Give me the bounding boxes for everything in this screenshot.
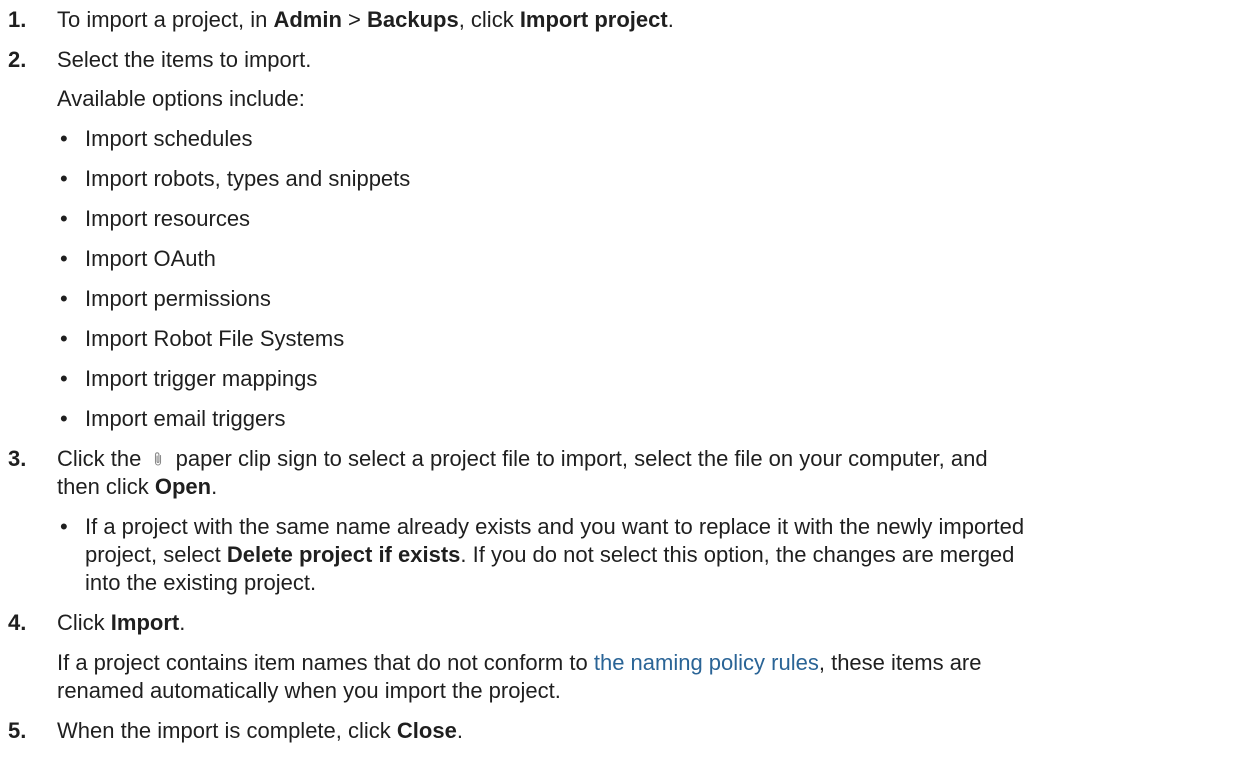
step-number: 2. (8, 47, 27, 72)
step-number: 3. (8, 446, 27, 471)
list-item: Import resources (85, 206, 251, 231)
ui-term-import: Import (110, 610, 180, 635)
ui-term-admin: Admin (273, 7, 342, 32)
list-item: Import robots, types and snippets (85, 166, 411, 191)
bullet: • (60, 206, 68, 231)
ui-term-close: Close (396, 718, 457, 743)
ui-term-import-project: Import project (519, 7, 668, 32)
step-number: 4. (8, 610, 27, 635)
bullet: • (60, 514, 68, 539)
info-text: If a project contains item names that do… (57, 650, 982, 675)
note-text: into the existing project. (85, 570, 317, 595)
step-number: 5. (8, 718, 27, 743)
ui-term-delete-project-if-exists: Delete project if exists (226, 542, 461, 567)
note-text: project, select Delete project if exists… (85, 542, 1015, 567)
bullet: • (60, 246, 68, 271)
bullet: • (60, 166, 68, 191)
options-intro: Available options include: (57, 86, 305, 111)
step-text: Click Import. (57, 610, 186, 635)
step-text: Click the paper clip sign to select a pr… (57, 444, 988, 475)
step-text: To import a project, in Admin > Backups,… (57, 7, 674, 32)
ui-term-backups: Backups (366, 7, 459, 32)
list-item: Import trigger mappings (85, 366, 318, 391)
list-item: Import email triggers (85, 406, 286, 431)
ui-term-open: Open (154, 474, 212, 499)
paperclip-icon (147, 445, 169, 475)
list-item: Import schedules (85, 126, 253, 151)
step-text-continued: then click Open. (57, 474, 218, 499)
note-text: If a project with the same name already … (85, 514, 1025, 539)
step-text: Select the items to import. (57, 47, 312, 72)
bullet: • (60, 126, 68, 151)
bullet: • (60, 406, 68, 431)
bullet: • (60, 326, 68, 351)
info-text: renamed automatically when you import th… (57, 678, 561, 703)
bullet: • (60, 286, 68, 311)
naming-policy-link[interactable]: the naming policy rules (594, 650, 819, 675)
list-item: Import Robot File Systems (85, 326, 345, 351)
list-item: Import permissions (85, 286, 271, 311)
step-text: When the import is complete, click Close… (57, 718, 463, 743)
step-number: 1. (8, 7, 27, 32)
list-item: Import OAuth (85, 246, 216, 271)
bullet: • (60, 366, 68, 391)
